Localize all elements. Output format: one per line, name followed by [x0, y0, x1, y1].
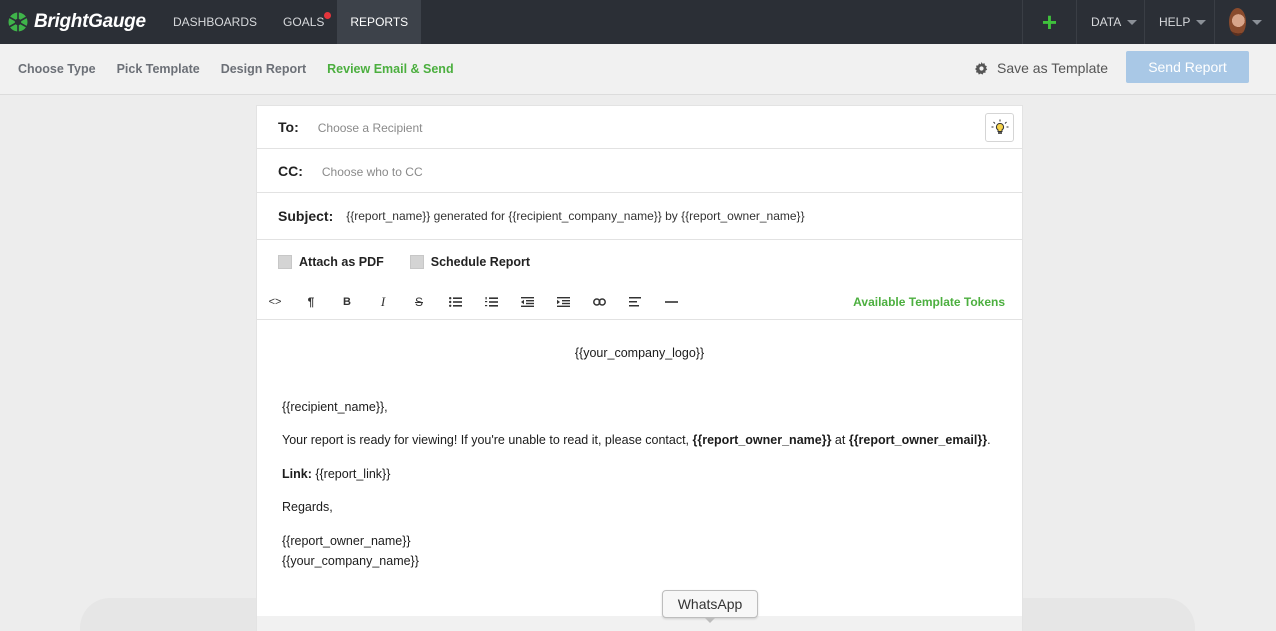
- at-text: at: [831, 433, 849, 447]
- message-text: Your report is ready for viewing! If you…: [282, 433, 693, 447]
- attach-pdf-checkbox[interactable]: Attach as PDF: [278, 255, 384, 269]
- save-as-template-label: Save as Template: [997, 60, 1109, 76]
- subject-row[interactable]: Subject: {{report_name}} generated for {…: [257, 193, 1022, 240]
- indent-icon[interactable]: [545, 284, 581, 320]
- greeting-line: {{recipient_name}},: [282, 400, 388, 414]
- to-row[interactable]: To: Choose a Recipient: [257, 106, 1022, 149]
- brand-name: BrightGauge: [34, 11, 146, 32]
- owner-name-token: {{report_owner_name}}: [692, 433, 832, 447]
- nav-data-menu[interactable]: DATA: [1076, 0, 1144, 44]
- to-label: To:: [278, 119, 299, 135]
- cc-input[interactable]: Choose who to CC: [322, 165, 423, 179]
- step-choose-type[interactable]: Choose Type: [18, 62, 96, 76]
- tooltip-arrow: [704, 617, 716, 623]
- step-design-report[interactable]: Design Report: [221, 62, 306, 76]
- attach-pdf-label: Attach as PDF: [299, 255, 384, 269]
- available-template-tokens-link[interactable]: Available Template Tokens: [853, 295, 1005, 309]
- to-input[interactable]: Choose a Recipient: [318, 121, 423, 135]
- tips-button[interactable]: [985, 113, 1014, 142]
- period-text: .: [987, 433, 991, 447]
- brand-logo[interactable]: BrightGauge: [0, 0, 160, 44]
- card-footer: [257, 616, 1022, 631]
- step-pick-template[interactable]: Pick Template: [117, 62, 200, 76]
- code-icon[interactable]: <>: [257, 284, 293, 320]
- link-line: Link: {{report_link}}: [282, 467, 390, 481]
- regards-line: Regards,: [282, 500, 333, 514]
- cc-label: CC:: [278, 162, 303, 179]
- nav-reports[interactable]: REPORTS: [337, 0, 422, 44]
- horizontal-rule-icon[interactable]: [653, 284, 689, 320]
- nav-dashboards[interactable]: DASHBOARDS: [160, 0, 270, 44]
- subject-label: Subject:: [278, 208, 334, 224]
- plus-icon: +: [1041, 7, 1058, 37]
- user-menu[interactable]: [1214, 0, 1276, 44]
- outdent-icon[interactable]: [509, 284, 545, 320]
- send-report-button[interactable]: Send Report: [1126, 51, 1249, 83]
- top-nav: BrightGauge DASHBOARDS GOALS REPORTS + D…: [0, 0, 1276, 44]
- schedule-report-checkbox[interactable]: Schedule Report: [409, 255, 531, 269]
- nav-help-label: HELP: [1159, 15, 1191, 29]
- nav-goals-label: GOALS: [283, 15, 325, 29]
- schedule-report-label: Schedule Report: [430, 255, 531, 269]
- link-icon[interactable]: [581, 284, 617, 320]
- report-link-token: {{report_link}}: [311, 467, 391, 481]
- gauge-logo-icon: [8, 12, 28, 32]
- save-as-template-button[interactable]: Save as Template: [975, 60, 1108, 76]
- numbered-list-icon[interactable]: [473, 284, 509, 320]
- whatsapp-tooltip: WhatsApp: [662, 590, 758, 618]
- checkbox-box[interactable]: [409, 255, 424, 269]
- nav-reports-label: REPORTS: [350, 15, 409, 29]
- editor-toolbar: <> ¶ B I S Available Template Tokens: [257, 284, 1022, 320]
- nav-help-menu[interactable]: HELP: [1144, 0, 1214, 44]
- align-left-icon[interactable]: [617, 284, 653, 320]
- email-form: To: Choose a Recipient CC: Choose who to…: [257, 106, 1022, 631]
- chevron-down-icon: [1196, 19, 1207, 25]
- bold-icon[interactable]: B: [329, 284, 365, 320]
- step-review-email-send[interactable]: Review Email & Send: [327, 62, 453, 76]
- add-button[interactable]: +: [1022, 0, 1076, 44]
- chevron-down-icon: [1252, 19, 1262, 25]
- message-line: Your report is ready for viewing! If you…: [282, 433, 991, 447]
- options-row: Attach as PDF Schedule Report: [257, 240, 1022, 284]
- chevron-down-icon: [1127, 19, 1138, 25]
- nav-dashboards-label: DASHBOARDS: [173, 15, 258, 29]
- lightbulb-icon: [991, 119, 1008, 134]
- link-label: Link:: [282, 467, 312, 481]
- paragraph-icon[interactable]: ¶: [293, 284, 329, 320]
- checkbox-box[interactable]: [278, 255, 292, 269]
- signature-company: {{your_company_name}}: [282, 554, 419, 568]
- company-logo-token: {{your_company_logo}}: [574, 346, 705, 360]
- avatar: [1229, 8, 1246, 36]
- bullet-list-icon[interactable]: [437, 284, 473, 320]
- gear-icon: [975, 61, 988, 75]
- signature-owner: {{report_owner_name}}: [282, 534, 411, 548]
- nav-goals[interactable]: GOALS: [270, 0, 337, 44]
- wizard-steps: Choose Type Pick Template Design Report …: [0, 44, 1276, 95]
- cc-row[interactable]: CC: Choose who to CC: [257, 149, 1022, 193]
- notification-dot: [324, 12, 332, 19]
- strikethrough-icon[interactable]: S: [401, 284, 437, 320]
- subject-input[interactable]: {{report_name}} generated for {{recipien…: [346, 209, 804, 223]
- nav-data-label: DATA: [1091, 15, 1122, 29]
- owner-email-token: {{report_owner_email}}: [848, 433, 988, 447]
- italic-icon[interactable]: I: [365, 284, 401, 320]
